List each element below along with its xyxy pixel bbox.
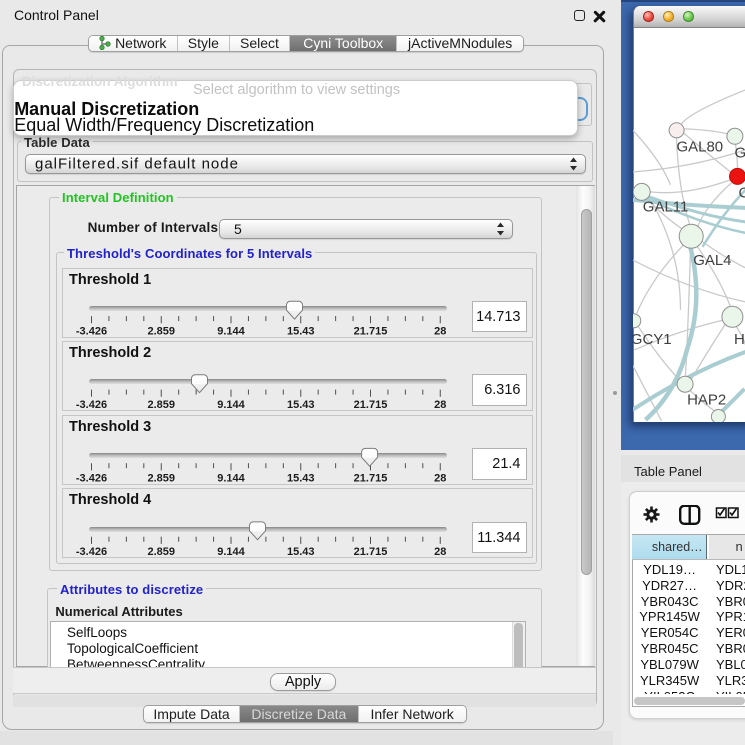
svg-text:GAL4: GAL4 [693, 252, 731, 269]
svg-text:HAP2: HAP2 [687, 391, 726, 408]
svg-text:GA: GA [734, 144, 745, 161]
svg-text:HI: HI [733, 331, 745, 348]
svg-text:C: C [738, 184, 745, 201]
svg-text:GCY1: GCY1 [633, 331, 672, 348]
svg-text:GAL11: GAL11 [642, 198, 688, 215]
svg-text:GAL80: GAL80 [676, 138, 723, 155]
